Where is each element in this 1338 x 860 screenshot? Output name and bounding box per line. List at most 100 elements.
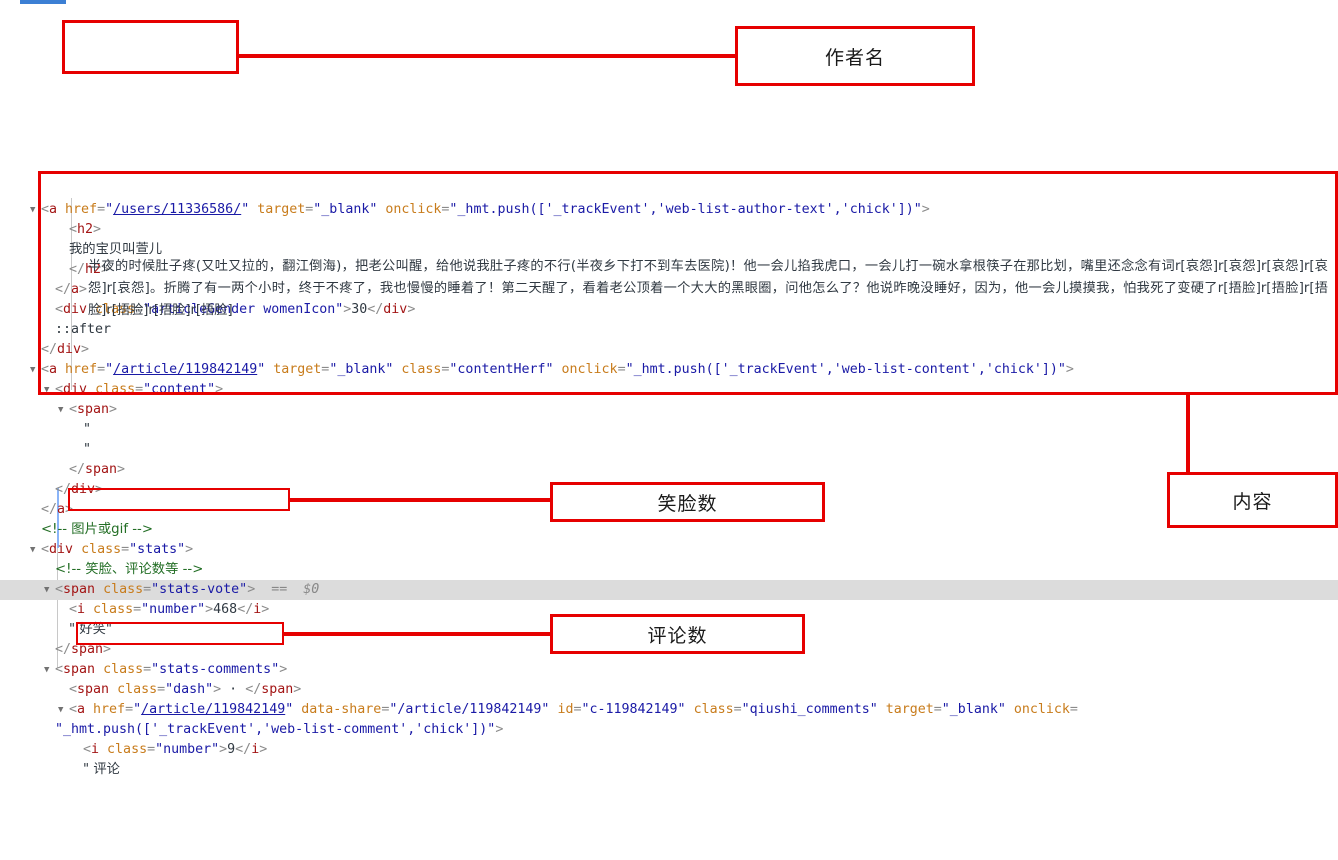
token-pnc bbox=[686, 702, 694, 717]
token-pnc bbox=[554, 362, 562, 377]
code-line[interactable]: </div> bbox=[0, 340, 1338, 360]
code-line[interactable]: <a href="/article/119842149" target="_bl… bbox=[0, 360, 1338, 380]
token-pnc: < bbox=[55, 582, 64, 597]
code-line[interactable]: ::after bbox=[0, 320, 1338, 340]
token-val: "/article/119842149" bbox=[389, 702, 550, 717]
token-attr: class bbox=[81, 542, 122, 557]
token-attr: class bbox=[103, 662, 144, 677]
token-pnc: = bbox=[97, 202, 106, 217]
token-pnc: = bbox=[121, 542, 130, 557]
token-pnc: > bbox=[205, 602, 214, 617]
token-attr: class bbox=[95, 382, 136, 397]
token-tag: span bbox=[261, 682, 294, 697]
token-pnc: > bbox=[1065, 362, 1074, 377]
token-attr: onclick bbox=[385, 202, 442, 217]
token-tag: span bbox=[63, 582, 96, 597]
expand-triangle-icon[interactable] bbox=[30, 360, 41, 380]
code-line[interactable]: " 好笑" bbox=[0, 620, 1338, 640]
token-tag: span bbox=[77, 402, 110, 417]
expand-triangle-icon[interactable] bbox=[30, 540, 41, 560]
token-val: "_hmt.push(['_trackEvent','web-list-comm… bbox=[55, 722, 496, 737]
code-line[interactable]: " bbox=[0, 440, 1338, 460]
token-pnc: > bbox=[81, 342, 90, 357]
token-pnc: = bbox=[1069, 702, 1078, 717]
code-line[interactable]: <a href="/article/119842149" data-share=… bbox=[0, 700, 1338, 720]
token-val: "_blank" bbox=[329, 362, 394, 377]
code-line[interactable]: " bbox=[0, 420, 1338, 440]
token-val: "stats" bbox=[129, 542, 186, 557]
token-attr: class bbox=[93, 602, 134, 617]
code-line[interactable]: </div> bbox=[0, 480, 1338, 500]
token-cmt: <!-- 笑脸、评论数等 --> bbox=[55, 562, 204, 577]
article-content-text: 半夜的时候肚子疼(又吐又拉的，翻江倒海)，把老公叫醒，给他说我肚子疼的不行(半夜… bbox=[88, 259, 1328, 318]
expand-triangle-icon[interactable] bbox=[30, 200, 41, 220]
token-lnk[interactable]: /users/11336586/ bbox=[113, 202, 241, 217]
token-pnc bbox=[95, 582, 103, 597]
token-pnc: </ bbox=[237, 602, 254, 617]
token-txt: 我的宝贝叫萱儿 bbox=[69, 242, 163, 257]
expand-triangle-icon[interactable] bbox=[58, 400, 69, 420]
token-attr: class bbox=[117, 682, 158, 697]
code-line[interactable]: " 评论 bbox=[0, 760, 1338, 780]
code-line[interactable]: <!-- 笑脸、评论数等 --> bbox=[0, 560, 1338, 580]
token-attr: class bbox=[401, 362, 442, 377]
expand-triangle-icon[interactable] bbox=[58, 700, 69, 720]
token-txt: 468 bbox=[213, 602, 238, 617]
code-line[interactable]: <span class="dash"> · </span> bbox=[0, 680, 1338, 700]
token-pnc: </ bbox=[55, 482, 72, 497]
code-line[interactable]: <span> bbox=[0, 400, 1338, 420]
code-line[interactable]: <!-- 图片或gif --> bbox=[0, 520, 1338, 540]
token-pnc: > bbox=[219, 742, 228, 757]
code-line[interactable]: </span> bbox=[0, 460, 1338, 480]
token-val: "contentHerf" bbox=[449, 362, 554, 377]
token-tag: h2 bbox=[77, 222, 94, 237]
token-pnc: < bbox=[69, 222, 78, 237]
expand-triangle-icon[interactable] bbox=[44, 380, 55, 400]
token-pnc bbox=[57, 202, 65, 217]
token-pnc: > bbox=[95, 482, 104, 497]
token-pnc: = bbox=[143, 662, 152, 677]
token-pnc: < bbox=[69, 402, 78, 417]
token-val: " bbox=[105, 202, 114, 217]
token-pnc: = bbox=[617, 362, 626, 377]
token-tag: i bbox=[251, 742, 260, 757]
code-line[interactable]: <i class="number">9</i> bbox=[0, 740, 1338, 760]
token-val: " bbox=[105, 362, 114, 377]
token-pnc bbox=[293, 702, 301, 717]
token-pnc: > bbox=[213, 682, 230, 697]
token-val: "number" bbox=[141, 602, 206, 617]
token-pnc bbox=[1006, 702, 1014, 717]
token-pnc: > bbox=[103, 642, 112, 657]
code-line[interactable]: </a> bbox=[0, 500, 1338, 520]
token-txt: 9 bbox=[227, 742, 236, 757]
token-lnk[interactable]: /article/119842149 bbox=[141, 702, 285, 717]
token-tag: i bbox=[77, 602, 86, 617]
token-pnc: > bbox=[247, 582, 256, 597]
token-val: "stats-vote" bbox=[151, 582, 248, 597]
token-pnc: = bbox=[125, 702, 134, 717]
token-val: "content" bbox=[143, 382, 216, 397]
token-pnc: </ bbox=[41, 502, 58, 517]
code-line[interactable]: <a href="/users/11336586/" target="_blan… bbox=[0, 200, 1338, 220]
token-pnc: = bbox=[733, 702, 742, 717]
devtools-elements-panel[interactable]: <a href="/users/11336586/" target="_blan… bbox=[0, 0, 1338, 777]
code-line[interactable]: <span class="stats-vote"> == $0 bbox=[0, 580, 1338, 600]
code-line[interactable]: <h2> bbox=[0, 220, 1338, 240]
token-attr: target bbox=[257, 202, 306, 217]
token-attr: target bbox=[885, 702, 934, 717]
token-lnk[interactable]: /article/119842149 bbox=[113, 362, 257, 377]
token-tag: div bbox=[63, 382, 88, 397]
token-pnc: > bbox=[293, 682, 302, 697]
code-line[interactable]: </span> bbox=[0, 640, 1338, 660]
token-pnc: < bbox=[55, 302, 64, 317]
expand-triangle-icon[interactable] bbox=[44, 660, 55, 680]
token-pnc: > bbox=[279, 662, 288, 677]
code-line[interactable]: <span class="stats-comments"> bbox=[0, 660, 1338, 680]
code-line[interactable]: <div class="content"> bbox=[0, 380, 1338, 400]
expand-triangle-icon[interactable] bbox=[44, 580, 55, 600]
token-txt: · bbox=[229, 682, 238, 697]
code-line[interactable]: <div class="stats"> bbox=[0, 540, 1338, 560]
code-line[interactable]: "_hmt.push(['_trackEvent','web-list-comm… bbox=[0, 720, 1338, 740]
code-line[interactable]: <i class="number">468</i> bbox=[0, 600, 1338, 620]
token-pnc: </ bbox=[41, 342, 58, 357]
